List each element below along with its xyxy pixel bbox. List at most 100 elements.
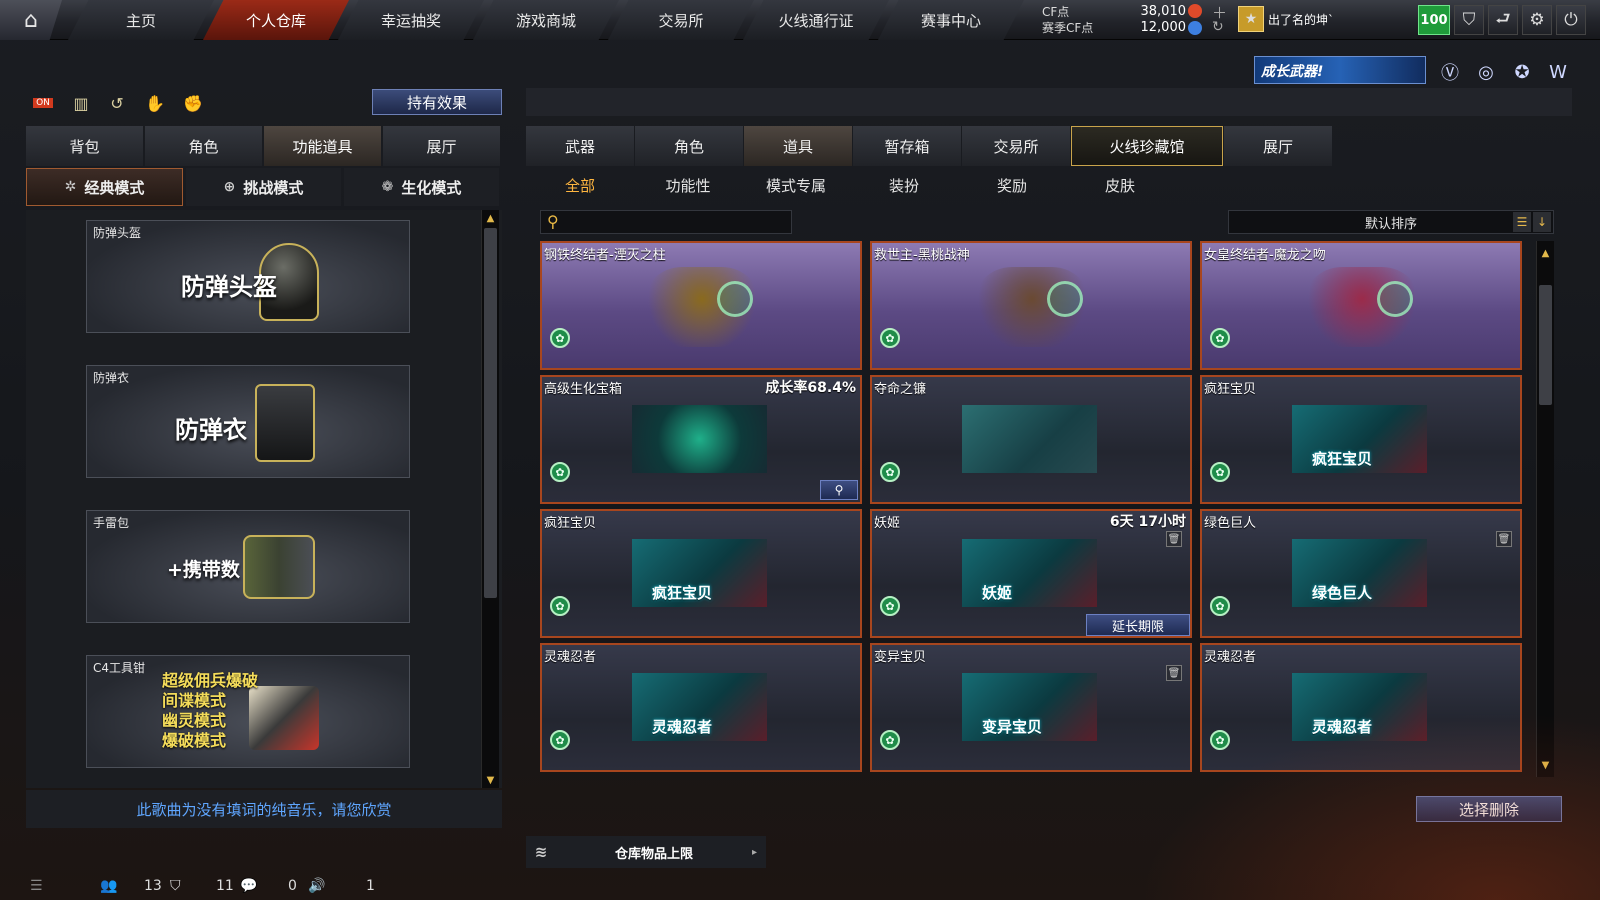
item-name: 高级生化宝箱 xyxy=(544,382,623,397)
event-coin-icon xyxy=(1188,21,1202,35)
sort-dropdown[interactable]: 默认排序 ☰ ↓ xyxy=(1228,210,1554,234)
item-card-c4-pliers[interactable]: C4工具钳 超级佣兵爆破 间谍模式 幽灵模式 爆破模式 xyxy=(86,655,410,768)
magnify-button[interactable]: ⚲ xyxy=(820,480,858,500)
grid-scrollbar[interactable]: ▲ ▼ xyxy=(1536,241,1554,777)
nav-tab[interactable]: 幸运抽奖 xyxy=(338,0,484,40)
menu-icon[interactable]: ☰ xyxy=(30,878,43,894)
scroll-down-icon[interactable]: ▼ xyxy=(482,772,499,788)
sub-tab[interactable]: 全部 xyxy=(526,172,634,198)
functional-items-panel: 防弹头盔 防弹头盔 防弹衣 防弹衣 手雷包 +携带数 C4工具钳 超级佣兵爆破 … xyxy=(26,210,502,788)
scroll-thumb[interactable] xyxy=(1539,285,1552,405)
item-card[interactable]: 疯狂宝贝 疯狂宝贝 ✿ xyxy=(540,509,862,638)
category-tab[interactable]: 暂存箱 xyxy=(853,126,961,166)
nav-tab[interactable]: 赛事中心 xyxy=(878,0,1024,40)
item-card[interactable]: 妖姬 妖姬 6天 17小时 ✿ 🗑 延长期限 xyxy=(870,509,1192,638)
nav-tab[interactable]: 火线通行证 xyxy=(743,0,889,40)
item-card-grenade[interactable]: 手雷包 +携带数 xyxy=(86,510,410,623)
nav-tab[interactable]: 交易所 xyxy=(608,0,754,40)
card-caption: 手雷包 xyxy=(93,516,130,530)
home-button[interactable]: ⌂ xyxy=(0,0,62,40)
sub-tab[interactable]: 装扮 xyxy=(850,172,958,198)
item-card[interactable]: 灵魂忍者 灵魂忍者 ✿ xyxy=(540,643,862,772)
left-tab[interactable]: 展厅 xyxy=(383,126,500,166)
v-badge-icon[interactable]: Ⓥ xyxy=(1436,58,1464,86)
category-tab[interactable]: 角色 xyxy=(635,126,743,166)
search-input[interactable]: ⚲ xyxy=(540,210,792,234)
volume-icon[interactable]: 🔊 xyxy=(308,878,325,894)
sub-tab[interactable]: 模式专属 xyxy=(742,172,850,198)
thumbnail-label: 灵魂忍者 xyxy=(1312,718,1373,736)
mode-tab[interactable]: ✲ 经典模式 xyxy=(26,168,183,206)
sub-tab[interactable]: 功能性 xyxy=(634,172,742,198)
category-tab[interactable]: 道具 xyxy=(744,126,852,166)
sub-tab[interactable]: 奖励 xyxy=(958,172,1066,198)
hand-icon[interactable]: ✋ xyxy=(142,90,168,116)
shield-icon[interactable]: ⛉ xyxy=(1454,5,1484,35)
sub-tab[interactable]: 皮肤 xyxy=(1066,172,1174,198)
on-toggle-icon[interactable]: ON xyxy=(30,90,56,116)
item-card-vest[interactable]: 防弹衣 防弹衣 xyxy=(86,365,410,478)
growth-weapon-banner[interactable]: 成长武器! xyxy=(1254,56,1426,84)
trash-icon[interactable]: 🗑 xyxy=(1166,531,1182,547)
trash-icon[interactable]: 🗑 xyxy=(1496,531,1512,547)
exit-room-icon[interactable]: ⮐ xyxy=(1488,5,1518,35)
history-icon[interactable]: ↺ xyxy=(104,90,130,116)
scroll-down-icon[interactable]: ▼ xyxy=(1537,757,1554,773)
item-card[interactable]: 绿色巨人 绿色巨人 ✿ 🗑 xyxy=(1200,509,1522,638)
thumbnail-label: 绿色巨人 xyxy=(1312,584,1373,602)
sort-direction-icon[interactable]: ↓ xyxy=(1533,212,1551,232)
crest-icon[interactable]: ✪ xyxy=(1508,58,1536,86)
scroll-thumb[interactable] xyxy=(484,228,497,598)
card-caption: 防弹衣 xyxy=(93,371,130,385)
category-tab[interactable]: 火线珍藏馆 xyxy=(1071,126,1223,166)
select-delete-button[interactable]: 选择删除 xyxy=(1416,796,1562,822)
category-tab[interactable]: 武器 xyxy=(526,126,634,166)
left-scrollbar[interactable]: ▲ ▼ xyxy=(481,210,499,788)
capacity-bar[interactable]: ≋ 仓库物品上限 ▸ xyxy=(526,836,766,868)
card-title: 防弹头盔 xyxy=(181,273,277,301)
biochem-mode-icon: ✿ xyxy=(1210,462,1230,482)
w-logo-icon[interactable]: W xyxy=(1544,58,1572,86)
item-name: 救世主-黑桃战神 xyxy=(874,248,970,263)
item-card[interactable]: 夺命之镰 ✿ xyxy=(870,375,1192,504)
item-card[interactable]: 救世主-黑桃战神 ✿ xyxy=(870,241,1192,370)
item-thumbnail: 灵魂忍者 xyxy=(632,673,767,741)
scroll-up-icon[interactable]: ▲ xyxy=(482,210,499,226)
stats-icon[interactable]: ▥ xyxy=(68,90,94,116)
glove-icon[interactable]: ✊ xyxy=(180,90,206,116)
biochem-mode-icon: ✿ xyxy=(550,328,570,348)
nav-tab[interactable]: 游戏商城 xyxy=(473,0,619,40)
gear-icon[interactable]: ⚙ xyxy=(1522,5,1552,35)
item-card[interactable]: 变异宝贝 变异宝贝 ✿ 🗑 xyxy=(870,643,1192,772)
globe-icon[interactable]: ◎ xyxy=(1472,58,1500,86)
c4-mode-line: 幽灵模式 xyxy=(162,711,227,730)
refresh-icon[interactable]: ↻ xyxy=(1212,19,1224,35)
mode-tab[interactable]: ❁ 生化模式 xyxy=(344,168,499,206)
expand-arrow-icon[interactable]: ▸ xyxy=(752,847,766,858)
nav-tab[interactable]: 个人仓库 xyxy=(203,0,349,40)
power-icon[interactable]: ⏻ xyxy=(1556,5,1586,35)
mode-icon: ✲ xyxy=(64,179,77,195)
left-tab[interactable]: 背包 xyxy=(26,126,143,166)
user-name: 出了名的坤` xyxy=(1268,13,1335,27)
mode-tab[interactable]: ⊕ 挑战模式 xyxy=(186,168,341,206)
top-nav-bar: ⌂ 主页 个人仓库 幸运抽奖 游戏商城 交易所 火线通行证 赛事中心 CF点 赛季CF点 3… xyxy=(0,0,1600,40)
chat-icon[interactable]: 💬 xyxy=(240,878,257,894)
category-tab[interactable]: 交易所 xyxy=(962,126,1070,166)
left-tab[interactable]: 功能道具 xyxy=(264,126,381,166)
item-card[interactable]: 钢铁终结者-湮灭之柱 ✿ xyxy=(540,241,862,370)
item-card[interactable]: 高级生化宝箱 成长率68.4% ✿ ⚲ xyxy=(540,375,862,504)
trash-icon[interactable]: 🗑 xyxy=(1166,665,1182,681)
scroll-up-icon[interactable]: ▲ xyxy=(1537,245,1554,261)
effect-button[interactable]: 持有效果 xyxy=(372,89,502,115)
user-avatar[interactable]: ★ xyxy=(1238,6,1264,32)
list-view-icon[interactable]: ☰ xyxy=(1513,212,1531,232)
extend-button[interactable]: 延长期限 xyxy=(1086,614,1190,636)
item-card[interactable]: 女皇终结者-魔龙之吻 ✿ xyxy=(1200,241,1522,370)
category-tab[interactable]: 展厅 xyxy=(1224,126,1332,166)
left-tab[interactable]: 角色 xyxy=(145,126,262,166)
nav-tab[interactable]: 主页 xyxy=(68,0,214,40)
item-card-helmet[interactable]: 防弹头盔 防弹头盔 xyxy=(86,220,410,333)
item-card[interactable]: 疯狂宝贝 疯狂宝贝 ✿ xyxy=(1200,375,1522,504)
item-card[interactable]: 灵魂忍者 灵魂忍者 ✿ xyxy=(1200,643,1522,772)
